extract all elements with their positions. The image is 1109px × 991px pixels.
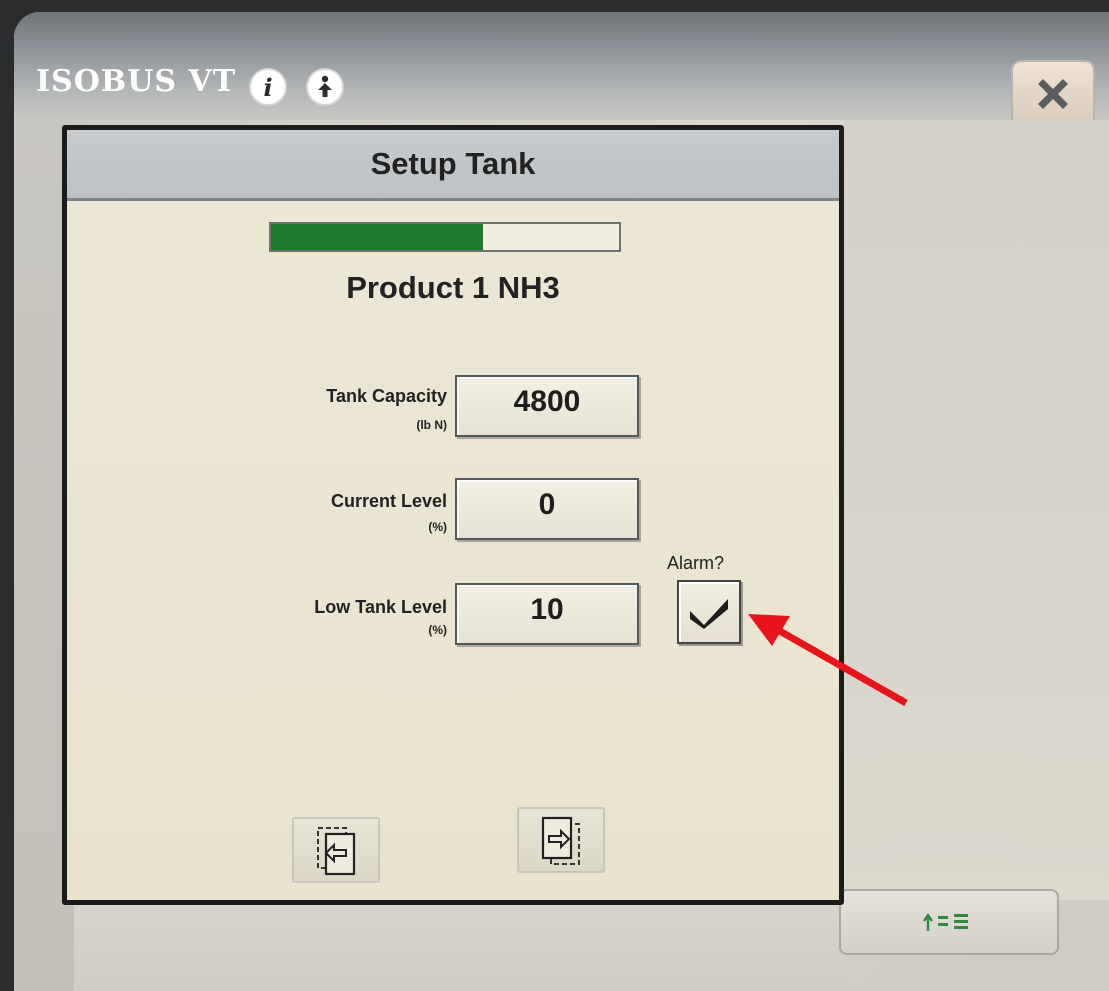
current-level-label: Current Level <box>330 491 447 511</box>
current-level-unit: (%) <box>428 520 447 534</box>
window-title: ISOBUS VT <box>36 64 237 99</box>
tank-capacity-input[interactable]: 4800 <box>455 375 639 437</box>
dialog-title: Setup Tank <box>67 130 839 201</box>
current-level-input[interactable]: 0 <box>455 478 639 540</box>
alarm-label: Alarm? <box>667 553 725 573</box>
product-name: Product 1 NH3 <box>346 270 560 305</box>
previous-page-button[interactable] <box>292 817 380 883</box>
low-tank-level-label: Low Tank Level <box>314 597 447 617</box>
close-icon <box>1038 79 1068 109</box>
low-tank-level-input[interactable]: 10 <box>455 583 639 645</box>
tank-capacity-label: Tank Capacity <box>326 386 447 406</box>
progress-bar <box>269 222 621 252</box>
next-page-button[interactable] <box>517 807 605 873</box>
title-bar: ISOBUS VT i <box>14 12 1109 128</box>
setup-tank-dialog: Setup Tank Product 1 NH3 Tank Capacity (… <box>62 125 844 905</box>
right-side-area <box>844 120 1109 900</box>
info-icon[interactable]: i <box>251 70 285 104</box>
alarm-checkbox[interactable] <box>677 580 741 644</box>
upload-icon[interactable] <box>308 70 342 104</box>
footer-strip <box>74 902 854 991</box>
softkey-button[interactable] <box>839 889 1059 955</box>
page-forward-icon <box>541 816 580 865</box>
low-tank-level-unit: (%) <box>428 623 447 637</box>
sort-list-icon <box>923 912 968 931</box>
close-button[interactable] <box>1011 60 1095 128</box>
tank-capacity-unit: (lb N) <box>416 418 447 432</box>
page-back-icon <box>317 827 356 876</box>
progress-fill <box>271 224 484 250</box>
checkmark-icon <box>690 599 728 629</box>
